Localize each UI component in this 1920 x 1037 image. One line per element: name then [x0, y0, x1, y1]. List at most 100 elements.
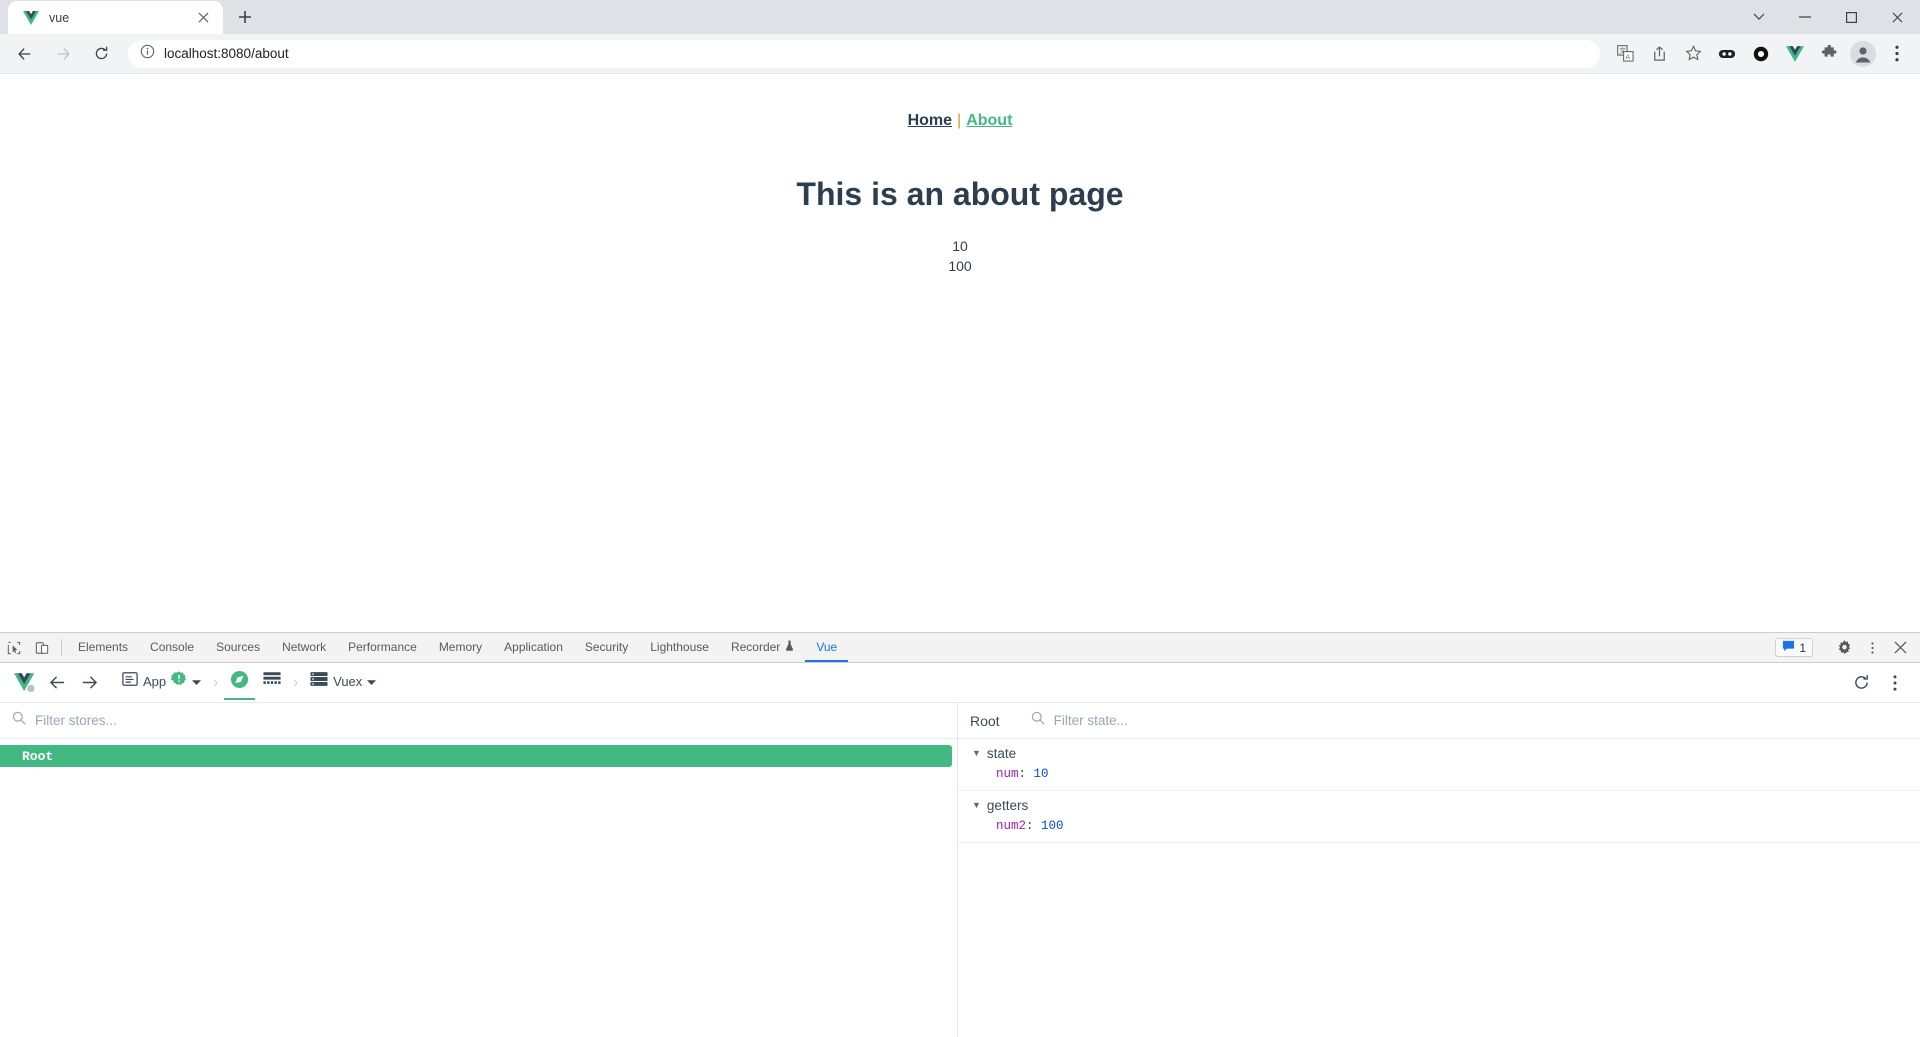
chrome-menu-icon[interactable] [1882, 39, 1912, 69]
inspector-tab[interactable] [224, 666, 256, 700]
stores-filter-row [0, 703, 957, 739]
app-label: App [143, 674, 167, 689]
message-count: 1 [1799, 640, 1806, 655]
devtools-tab-elements[interactable]: Elements [67, 633, 139, 662]
translate-icon[interactable]: 文 A [1610, 39, 1640, 69]
nav-link-home[interactable]: Home [908, 112, 952, 129]
profile-avatar-icon[interactable] [1848, 39, 1878, 69]
close-icon[interactable] [193, 8, 213, 28]
maximize-icon[interactable] [1828, 0, 1874, 34]
state-entry-value[interactable]: 10 [1034, 767, 1049, 781]
tab-search-chevron-icon[interactable] [1736, 0, 1782, 34]
timeline-tab[interactable] [257, 666, 287, 700]
nav-link-about[interactable]: About [966, 112, 1012, 129]
vue-devtools-icon[interactable] [1780, 39, 1810, 69]
nav-separator: | [957, 112, 962, 129]
devtools-tab-memory[interactable]: Memory [428, 633, 493, 662]
caret-down-icon[interactable]: ▼ [972, 749, 981, 758]
arrow-right-icon[interactable] [74, 668, 104, 698]
gear-icon[interactable] [1830, 640, 1858, 655]
vue-logo-icon [22, 9, 40, 27]
browser-tab[interactable]: vue [8, 1, 223, 34]
state-group-header-getters[interactable]: ▼ getters [958, 796, 1920, 815]
app-warning-badge [170, 671, 187, 692]
browser-window: vue localhost:8080/about 文 A Home | Abou… [0, 0, 1920, 1037]
state-entry-key: num [996, 767, 1019, 781]
extension-ring-icon[interactable] [1746, 39, 1776, 69]
close-window-icon[interactable] [1874, 0, 1920, 34]
devtools-tab-recorder[interactable]: Recorder [720, 633, 805, 662]
device-toolbar-icon[interactable] [28, 633, 56, 662]
vue-toolbar: App › › Vuex [0, 663, 1920, 703]
app-selector[interactable]: App [116, 666, 207, 700]
share-icon[interactable] [1644, 39, 1674, 69]
devtools-tab-lighthouse[interactable]: Lighthouse [639, 633, 720, 662]
browser-toolbar: localhost:8080/about 文 A [0, 34, 1920, 74]
message-bubble-icon [1782, 640, 1795, 655]
devtools-tab-console[interactable]: Console [139, 633, 205, 662]
store-item-root[interactable]: Root [0, 745, 952, 767]
state-filter-row: Root [958, 703, 1920, 739]
arrow-left-icon[interactable] [42, 668, 72, 698]
vue-devtools-panel: App › › Vuex Filter stores... Root Root … [0, 663, 1920, 1037]
store-list: Root [0, 739, 957, 1037]
plugin-label: Vuex [333, 674, 363, 689]
dots-vertical-icon-vue[interactable] [1880, 668, 1910, 698]
forward-arrow-icon[interactable] [47, 38, 79, 70]
svg-text:A: A [1625, 54, 1630, 61]
devtools-tab-application[interactable]: Application [493, 633, 574, 662]
search-icon [12, 711, 26, 730]
state-group-header-state[interactable]: ▼ state [958, 744, 1920, 763]
caret-down-icon-2[interactable]: ▼ [972, 801, 981, 810]
getter-entry-key: num2 [996, 819, 1027, 833]
inspect-element-icon[interactable] [0, 633, 28, 662]
filter-state-input[interactable] [1053, 713, 1908, 728]
extension-dark-icon[interactable] [1712, 39, 1742, 69]
devtools-tab-performance[interactable]: Performance [337, 633, 428, 662]
state-entry-num2[interactable]: num2: 100 [958, 815, 1920, 835]
getter-entry-value: 100 [1041, 819, 1064, 833]
devtools-tab-vue[interactable]: Vue [805, 633, 849, 662]
puzzle-extensions-icon[interactable] [1814, 39, 1844, 69]
refresh-icon[interactable] [1846, 668, 1876, 698]
experiment-flask-icon [785, 640, 794, 654]
vue-body: Root Root [0, 703, 1920, 1037]
window-controls [1736, 0, 1920, 34]
site-info-icon[interactable] [140, 44, 155, 64]
devtools-tab-security[interactable]: Security [574, 633, 639, 662]
vue-toolbar-right [1846, 668, 1910, 698]
tab-strip: vue [0, 0, 1920, 34]
devtools-right-controls: 1 [1775, 633, 1920, 662]
vuex-list-icon [310, 671, 328, 692]
devtools-tab-sources[interactable]: Sources [205, 633, 271, 662]
plugin-selector-vuex[interactable]: Vuex [304, 666, 382, 700]
devtools-tab-network[interactable]: Network [271, 633, 337, 662]
search-icon-state [1031, 711, 1045, 730]
state-num-value: 10 [952, 238, 968, 254]
state-entry-num[interactable]: num: 10 [958, 763, 1920, 783]
getter-num2-value: 100 [948, 257, 972, 274]
close-devtools-icon[interactable] [1886, 641, 1914, 654]
vue-logo-icon [10, 668, 40, 698]
state-group-state: ▼ state num: 10 [958, 739, 1920, 791]
new-tab-button[interactable] [231, 3, 259, 31]
timeline-icon [263, 671, 281, 692]
stores-pane: Root [0, 703, 958, 1037]
address-bar[interactable]: localhost:8080/about [128, 39, 1600, 68]
compass-inspector-icon [230, 670, 249, 694]
bookmark-star-icon[interactable] [1678, 39, 1708, 69]
devtools-tab-recorder-label: Recorder [730, 639, 781, 654]
back-arrow-icon[interactable] [9, 38, 41, 70]
toolbar-divider [61, 639, 62, 656]
chevron-down-icon[interactable] [192, 673, 202, 691]
state-tree: ▼ state num: 10 ▼ getters num2: 100 [958, 739, 1920, 1037]
page-values: 10 100 [0, 237, 1920, 277]
filter-stores-input[interactable] [35, 713, 945, 728]
minimize-icon[interactable] [1782, 0, 1828, 34]
dots-vertical-icon[interactable] [1858, 641, 1886, 655]
reload-icon[interactable] [85, 38, 117, 70]
message-badge[interactable]: 1 [1775, 638, 1813, 657]
entry-colon: : [1018, 767, 1034, 781]
chevron-down-icon-2[interactable] [367, 673, 377, 691]
app-nav: Home | About [0, 74, 1920, 130]
